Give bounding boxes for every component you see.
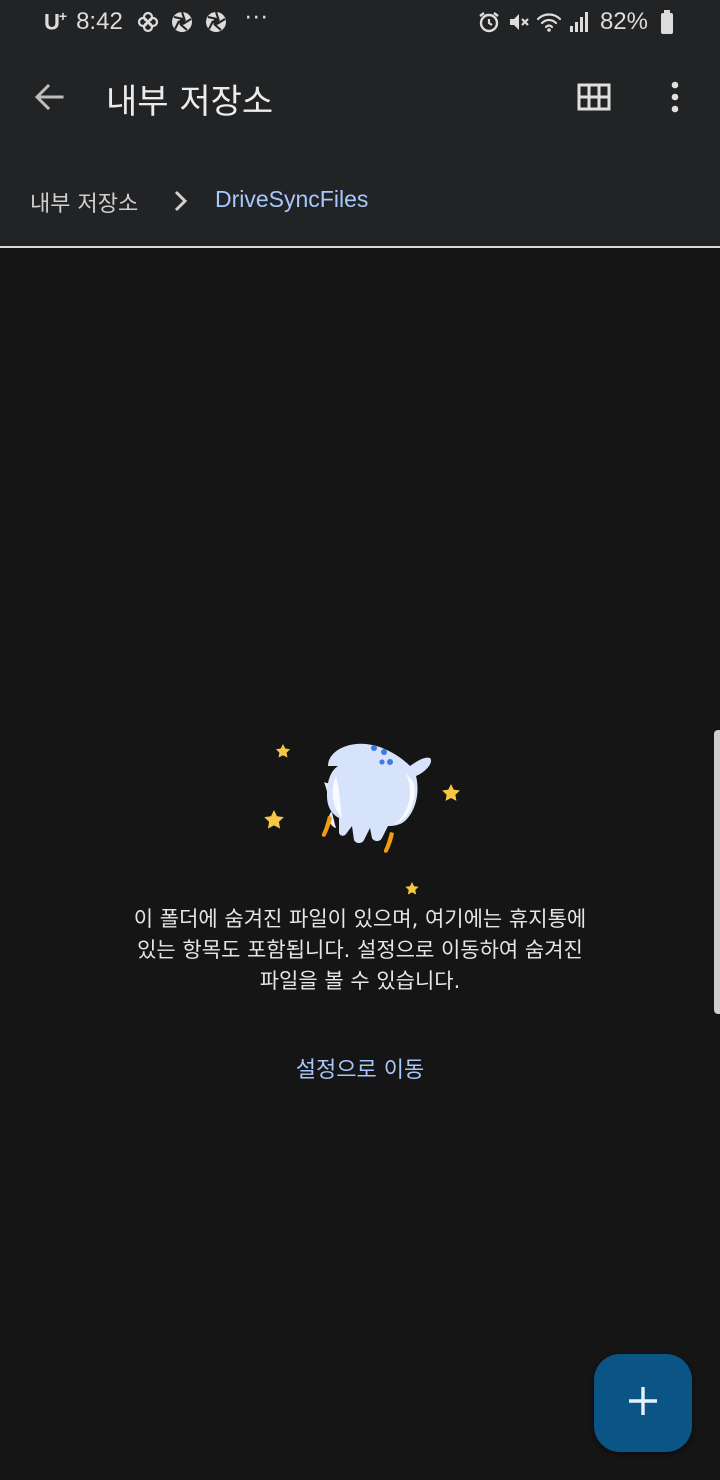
top-app-bar: 내부 저장소	[0, 44, 720, 152]
chevron-right-icon	[170, 188, 192, 214]
empty-state-message-line: 파일을 볼 수 있습니다.	[259, 969, 461, 993]
grid-view-button[interactable]	[568, 74, 620, 124]
more-notifications-indicator: ···	[244, 5, 269, 31]
breadcrumb-item-current[interactable]: DriveSyncFiles	[215, 186, 368, 213]
pinwheel-icon	[135, 9, 161, 35]
mute-icon	[506, 9, 532, 35]
signal-icon	[566, 9, 592, 35]
arrow-left-icon	[32, 80, 66, 118]
more-vert-icon	[670, 81, 680, 117]
add-button[interactable]	[594, 1354, 692, 1452]
plus-icon	[626, 1384, 660, 1422]
status-left: U+ 8:42 ···	[44, 6, 269, 38]
alarm-icon	[476, 9, 502, 35]
shutter-icon	[169, 9, 195, 35]
battery-icon	[654, 9, 680, 35]
wifi-icon	[536, 9, 562, 35]
status-bar: U+ 8:42 ··· 82%	[0, 0, 720, 44]
more-options-button[interactable]	[650, 74, 700, 124]
breadcrumb: 내부 저장소 DriveSyncFiles	[0, 152, 720, 248]
empty-state-message-line: 있는 항목도 포함됩니다. 설정으로 이동하여 숨겨진	[137, 938, 583, 962]
grid-view-icon	[577, 83, 611, 115]
scrollbar-handle[interactable]	[714, 730, 720, 1014]
ghost-rocket-illustration	[256, 736, 466, 900]
go-to-settings-link[interactable]: 설정으로 이동	[260, 1052, 460, 1084]
back-button[interactable]	[22, 72, 76, 126]
empty-state-message: 이 폴더에 숨겨진 파일이 있으며, 여기에는 휴지통에 있는 항목도 포함됩니…	[96, 904, 624, 997]
breadcrumb-item-root[interactable]: 내부 저장소	[30, 186, 138, 218]
shutter-icon	[203, 9, 229, 35]
ghost-body	[324, 743, 432, 843]
battery-percent: 82%	[599, 8, 648, 35]
page-title: 내부 저장소	[106, 82, 274, 122]
carrier-label: U+	[44, 8, 67, 35]
status-right: 82%	[476, 6, 684, 38]
clock: 8:42	[76, 8, 123, 35]
empty-state-message-line: 이 폴더에 숨겨진 파일이 있으며, 여기에는 휴지통에	[133, 907, 587, 931]
